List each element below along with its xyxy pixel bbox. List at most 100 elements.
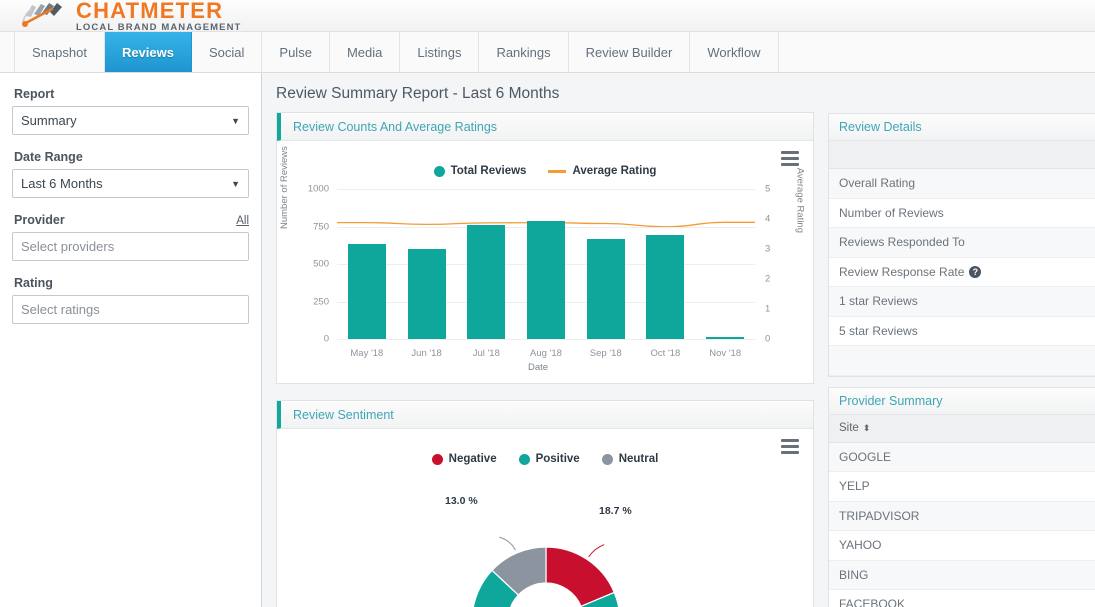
hamburger-menu-icon[interactable] (781, 439, 799, 457)
tab-reviews[interactable]: Reviews (104, 32, 192, 72)
donut-leader-line (588, 544, 605, 558)
review-details-row-label: Number of Reviews (839, 205, 944, 220)
donut-chart-area: 13.0 % 18.7 % (277, 471, 813, 607)
bar[interactable] (706, 336, 745, 339)
legend-positive[interactable]: Positive (518, 453, 580, 465)
tab-listings[interactable]: Listings (400, 32, 480, 72)
table-row[interactable]: TRIPADVISOR (829, 501, 1095, 531)
legend-total-reviews[interactable]: Total Reviews (433, 165, 526, 177)
bar[interactable] (407, 248, 446, 339)
tab-snapshot[interactable]: Snapshot (14, 32, 105, 72)
legend-dot-icon (601, 453, 613, 465)
provider-summary-site-header: Site (839, 422, 859, 434)
legend-average-rating-label: Average Rating (572, 165, 657, 177)
y-axis-tick: 0 (323, 333, 329, 345)
provider-row-label: YELP (839, 479, 870, 494)
rating-label: Rating (14, 276, 53, 290)
review-details-title: Review Details (829, 114, 1095, 141)
table-row[interactable]: Reviews Responded To (829, 228, 1095, 258)
review-details-row-label: Reviews Responded To (839, 235, 965, 250)
legend-dot-icon (431, 453, 443, 465)
bar[interactable] (586, 238, 625, 339)
legend-dot-icon (518, 453, 530, 465)
provider-row-label: GOOGLE (839, 449, 892, 464)
tab-rankings[interactable]: Rankings (479, 32, 569, 72)
brand-name: CHATMETER (76, 0, 224, 23)
tab-workflow[interactable]: Workflow (690, 32, 779, 72)
y-axis-tick: 1000 (307, 183, 329, 195)
date-range-select[interactable]: Last 6 Months ▼ (12, 169, 249, 198)
review-details-row-label: 5 star Reviews (839, 323, 918, 338)
review-details-panel: Review Details Overall Rating Number of … (828, 113, 1095, 377)
date-range-label: Date Range (14, 150, 83, 164)
gridline (337, 339, 755, 340)
table-row[interactable]: YELP (829, 472, 1095, 502)
content-area: Review Summary Report - Last 6 Months Re… (262, 73, 1095, 607)
review-details-column-header (829, 141, 1095, 169)
provider-select-all-link[interactable]: All (236, 215, 249, 227)
brand-tagline: LOCAL BRAND MANAGEMENT (76, 22, 242, 33)
filter-sidebar: Report Summary ▼ Date Range Last 6 Month… (0, 73, 262, 607)
bar-group: May '18 Jun '18 Jul '18 Aug '18 Sep '18 Oct '… (337, 189, 755, 359)
tab-review-builder[interactable]: Review Builder (569, 32, 691, 72)
table-row[interactable]: YAHOO (829, 531, 1095, 561)
provider-row-label: YAHOO (839, 538, 882, 553)
legend-negative[interactable]: Negative (431, 453, 497, 465)
rating-input[interactable]: Select ratings (12, 295, 249, 324)
legend-positive-label: Positive (535, 453, 580, 465)
review-sentiment-chart: Negative Positive Neutral 13.0 % 18.7 % (277, 429, 813, 607)
bar-chart-plot: 0 250 500 750 1000 0 1 2 3 4 5 May '18 Jun '18 Jul '1… (308, 184, 770, 360)
provider-row-label: BING (839, 567, 869, 582)
review-counts-chart: Total Reviews Average Rating Number of R… (277, 141, 813, 383)
review-sentiment-panel-title: Review Sentiment (277, 401, 813, 429)
table-row[interactable]: Number of Reviews (829, 198, 1095, 228)
provider-label-row: Provider All (14, 213, 249, 227)
legend-average-rating[interactable]: Average Rating (548, 165, 656, 177)
bar-slot: Jun '18 (397, 189, 457, 359)
sort-arrows-icon[interactable]: ⬍ (863, 423, 871, 433)
bar[interactable] (527, 221, 566, 339)
table-row[interactable]: Overall Rating (829, 169, 1095, 199)
tab-pulse[interactable]: Pulse (262, 32, 330, 72)
legend-negative-label: Negative (448, 453, 497, 465)
brand-logo[interactable]: CHATMETER LOCAL BRAND MANAGEMENT (18, 0, 241, 33)
page-body: Report Summary ▼ Date Range Last 6 Month… (0, 73, 1095, 607)
bar-slot: Sep '18 (576, 189, 636, 359)
y2-axis-tick: 1 (765, 303, 771, 315)
x-axis-tick: Jul '18 (472, 348, 500, 359)
bar-slot: Nov '18 (695, 189, 755, 359)
table-row[interactable]: GOOGLE (829, 442, 1095, 472)
chevron-down-icon: ▼ (231, 178, 240, 189)
x-axis-tick: Aug '18 (530, 348, 562, 359)
provider-input[interactable]: Select providers (12, 232, 249, 261)
table-row[interactable]: Review Response Rate ? (829, 257, 1095, 287)
bar-chart-y-axis-title: Number of Reviews (279, 146, 290, 229)
bar[interactable] (347, 244, 386, 339)
hamburger-menu-icon[interactable] (781, 151, 799, 169)
table-row[interactable]: BING (829, 560, 1095, 590)
table-row[interactable]: 1 star Reviews (829, 287, 1095, 317)
question-mark-icon[interactable]: ? (969, 265, 982, 278)
y2-axis-tick: 3 (765, 243, 771, 255)
legend-neutral-label: Neutral (618, 453, 659, 465)
top-bar: CHATMETER LOCAL BRAND MANAGEMENT (0, 0, 1095, 32)
provider-placeholder: Select providers (21, 239, 115, 254)
tab-media[interactable]: Media (330, 32, 401, 72)
provider-label: Provider (14, 213, 65, 227)
rating-placeholder: Select ratings (21, 302, 100, 317)
table-row[interactable]: 5 star Reviews (829, 316, 1095, 346)
bar-slot: May '18 (337, 189, 397, 359)
bar[interactable] (646, 235, 685, 339)
tab-social[interactable]: Social (192, 32, 263, 72)
provider-summary-panel: Provider Summary Site ⬍ GOOGLE YELP TRIP… (828, 386, 1095, 607)
bar-slot: Oct '18 (636, 189, 696, 359)
side-column: Review Details Overall Rating Number of … (828, 85, 1095, 607)
x-axis-tick: Nov '18 (709, 348, 742, 359)
report-select[interactable]: Summary ▼ (12, 106, 249, 135)
bar[interactable] (467, 224, 506, 339)
legend-neutral[interactable]: Neutral (601, 453, 659, 465)
main-navigation: Snapshot Reviews Social Pulse Media List… (0, 32, 1095, 73)
table-row[interactable]: FACEBOOK (829, 590, 1095, 607)
review-details-row-label: 1 star Reviews (839, 294, 918, 309)
provider-summary-column-header[interactable]: Site ⬍ (829, 414, 1095, 443)
